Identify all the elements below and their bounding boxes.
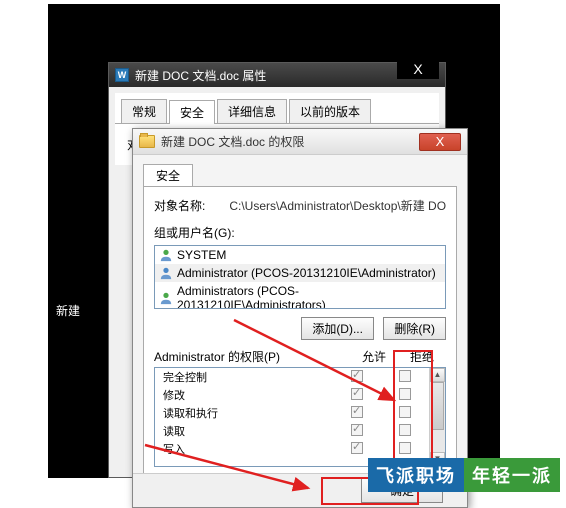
deny-checkbox[interactable]	[399, 424, 411, 436]
user-name: Administrators (PCOS-20131210IE\Administ…	[177, 284, 441, 309]
tab-security[interactable]: 安全	[169, 100, 215, 124]
permissions-box: 完全控制修改读取和执行读取写入 ▲ ▼	[154, 367, 446, 467]
remove-button[interactable]: 删除(R)	[383, 317, 446, 340]
tab-general[interactable]: 常规	[121, 99, 167, 123]
perm-name: 读取	[163, 423, 333, 439]
user-name: Administrator (PCOS-20131210IE\Administr…	[177, 266, 436, 280]
scroll-up[interactable]: ▲	[430, 368, 445, 382]
tabs-bg: 常规 安全 详细信息 以前的版本	[115, 93, 439, 124]
window-title: 新建 DOC 文档.doc 的权限	[161, 133, 419, 150]
permissions-list: 完全控制修改读取和执行读取写入	[155, 368, 429, 466]
allow-checkbox[interactable]	[351, 388, 363, 400]
user-icon	[159, 291, 173, 305]
scrollbar[interactable]: ▲ ▼	[429, 368, 445, 466]
permission-row: 写入	[155, 440, 429, 458]
allow-checkbox[interactable]	[351, 442, 363, 454]
perm-name: 读取和执行	[163, 405, 333, 421]
window-title-bg: 新建 DOC 文档.doc 属性	[135, 67, 439, 84]
close-button-bg[interactable]: X	[397, 61, 439, 79]
add-button[interactable]: 添加(D)...	[301, 317, 374, 340]
perm-header-label: Administrator 的权限(P)	[154, 348, 350, 365]
permission-row: 读取和执行	[155, 404, 429, 422]
allow-checkbox[interactable]	[351, 424, 363, 436]
user-icon	[159, 248, 173, 262]
perm-name: 写入	[163, 441, 333, 457]
groups-label: 组或用户名(G):	[154, 224, 446, 241]
permissions-dialog: 新建 DOC 文档.doc 的权限 X 安全 对象名称: C:\Users\Ad…	[132, 128, 468, 508]
permission-row: 完全控制	[155, 368, 429, 386]
watermark: 飞派职场 年轻一派	[368, 458, 560, 492]
titlebar-bg: W 新建 DOC 文档.doc 属性	[109, 63, 445, 87]
tab-security-fg[interactable]: 安全	[143, 164, 193, 187]
object-name-label: 对象名称:	[154, 197, 205, 214]
permission-row: 修改	[155, 386, 429, 404]
user-icon	[159, 266, 173, 280]
perm-name: 完全控制	[163, 369, 333, 385]
allow-checkbox[interactable]	[351, 406, 363, 418]
deny-checkbox[interactable]	[399, 406, 411, 418]
watermark-blue: 飞派职场	[368, 458, 464, 492]
user-row[interactable]: Administrator (PCOS-20131210IE\Administr…	[155, 264, 445, 282]
user-name: SYSTEM	[177, 248, 226, 262]
perm-name: 修改	[163, 387, 333, 403]
folder-icon	[139, 135, 155, 148]
user-row[interactable]: Administrators (PCOS-20131210IE\Administ…	[155, 282, 445, 309]
tab-details[interactable]: 详细信息	[217, 99, 287, 123]
deny-checkbox[interactable]	[399, 388, 411, 400]
col-allow: 允许	[350, 348, 398, 365]
close-button[interactable]: X	[419, 133, 461, 151]
tabstrip: 安全	[133, 155, 467, 186]
titlebar: 新建 DOC 文档.doc 的权限 X	[133, 129, 467, 155]
tab-previous[interactable]: 以前的版本	[289, 99, 371, 123]
watermark-green: 年轻一派	[464, 458, 560, 492]
user-list[interactable]: SYSTEM Administrator (PCOS-20131210IE\Adm…	[154, 245, 446, 309]
permission-row: 读取	[155, 422, 429, 440]
user-row[interactable]: SYSTEM	[155, 246, 445, 264]
object-name-value: C:\Users\Administrator\Desktop\新建 DOC 文	[229, 197, 446, 214]
deny-checkbox[interactable]	[399, 442, 411, 454]
allow-checkbox[interactable]	[351, 370, 363, 382]
doc-icon: W	[115, 68, 129, 82]
scroll-thumb[interactable]	[431, 382, 444, 430]
deny-checkbox[interactable]	[399, 370, 411, 382]
col-deny: 拒绝	[398, 348, 446, 365]
desktop-icon-label: 新建	[56, 302, 80, 319]
